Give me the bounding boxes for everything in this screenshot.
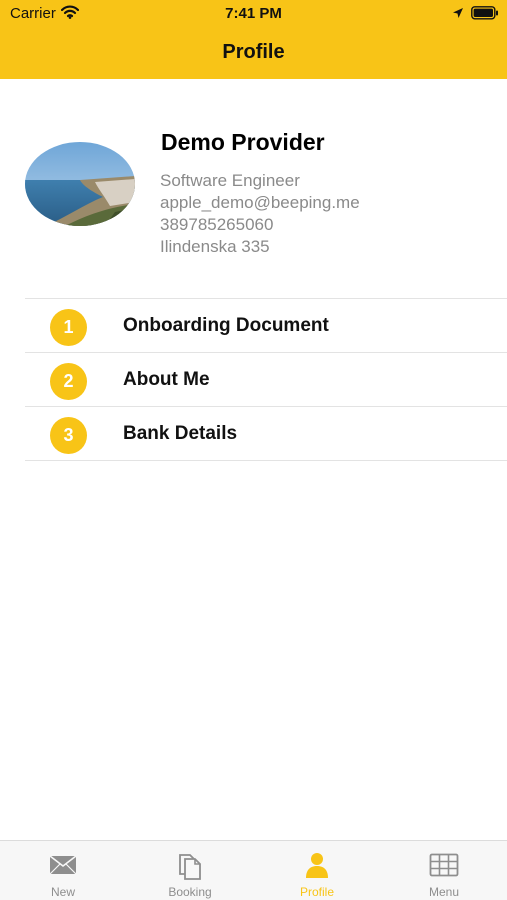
menu-item-label: Bank Details <box>123 423 238 444</box>
tab-label: New <box>50 885 75 899</box>
person-icon <box>302 850 332 880</box>
menu-item-label: About Me <box>123 369 210 390</box>
profile-name: Demo Provider <box>161 129 325 155</box>
tab-menu[interactable]: Menu <box>381 841 507 900</box>
menu-item-label: Onboarding Document <box>123 315 329 336</box>
step-number-badge: 3 <box>50 417 87 454</box>
profile-job-title: Software Engineer <box>160 171 300 190</box>
status-bar: Carrier 7:41 PM <box>0 0 507 28</box>
tab-bar: New Booking Profile Menu <box>0 840 507 900</box>
menu-item-onboarding-document[interactable]: 1 Onboarding Document <box>25 299 507 353</box>
tab-label: Profile <box>299 885 334 899</box>
page-title: Profile <box>222 41 285 63</box>
tab-profile[interactable]: Profile <box>254 841 380 900</box>
avatar[interactable] <box>25 142 135 226</box>
profile-address: Ilindenska 335 <box>160 237 270 256</box>
battery-icon <box>471 6 499 25</box>
documents-icon <box>175 850 205 880</box>
menu-item-bank-details[interactable]: 3 Bank Details <box>25 407 507 461</box>
tab-booking[interactable]: Booking <box>127 841 253 900</box>
step-number-badge: 2 <box>50 363 87 400</box>
profile-phone: 389785265060 <box>160 215 274 234</box>
tab-new[interactable]: New <box>0 841 126 900</box>
location-arrow-icon <box>452 6 464 24</box>
step-number-badge: 1 <box>50 309 87 346</box>
status-time: 7:41 PM <box>225 5 282 22</box>
grid-icon <box>429 850 459 880</box>
tab-label: Menu <box>428 885 460 899</box>
profile-email: apple_demo@beeping.me <box>160 193 360 212</box>
header-bar: Carrier 7:41 PM Profile <box>0 0 507 79</box>
profile-menu-list: 1 Onboarding Document 2 About Me 3 Bank … <box>25 298 507 461</box>
menu-item-about-me[interactable]: 2 About Me <box>25 353 507 407</box>
tab-label: Booking <box>168 885 212 899</box>
envelope-icon <box>48 850 78 880</box>
